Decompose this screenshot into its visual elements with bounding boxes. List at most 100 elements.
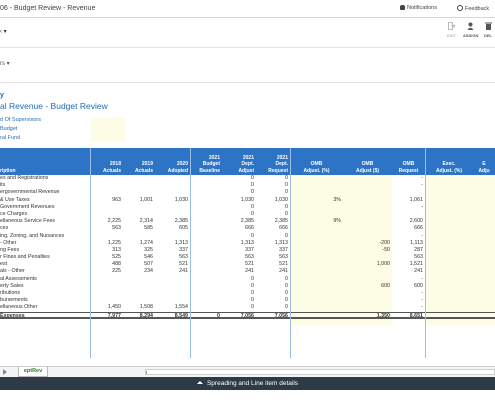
data-cell[interactable]	[425, 290, 473, 298]
data-cell[interactable]: 9%	[290, 218, 343, 226]
data-cell[interactable]	[425, 232, 473, 240]
data-cell: 1,274	[139, 239, 153, 246]
data-cell	[123, 204, 155, 211]
data-cell[interactable]	[473, 225, 495, 233]
sheet-tab[interactable]: eptRev	[18, 367, 48, 377]
data-cell[interactable]	[290, 297, 343, 305]
data-cell[interactable]	[343, 189, 392, 197]
data-cell[interactable]	[473, 254, 495, 262]
data-cell[interactable]	[473, 290, 495, 298]
table-row: al Assessments 0 0 -	[0, 275, 495, 283]
data-cell[interactable]	[425, 297, 473, 305]
data-cell[interactable]	[425, 246, 473, 255]
data-cell[interactable]	[473, 268, 495, 276]
data-cell[interactable]	[343, 218, 392, 226]
data-cell[interactable]	[290, 304, 343, 312]
data-cell[interactable]	[343, 275, 392, 283]
data-cell[interactable]	[343, 182, 392, 190]
data-cell[interactable]	[343, 232, 392, 240]
data-cell: 1,030	[274, 196, 288, 203]
data-cell[interactable]	[290, 203, 343, 211]
data-cell[interactable]	[343, 175, 392, 183]
data-cell[interactable]	[425, 189, 473, 197]
data-cell[interactable]	[473, 261, 495, 269]
data-cell[interactable]	[290, 290, 343, 298]
data-cell[interactable]	[425, 225, 473, 233]
data-cell[interactable]	[343, 290, 392, 298]
data-cell[interactable]	[343, 297, 392, 305]
data-cell[interactable]	[290, 239, 343, 247]
data-cell	[190, 240, 222, 247]
data-cell[interactable]	[290, 261, 343, 269]
data-cell[interactable]	[343, 196, 392, 204]
data-cell[interactable]	[290, 175, 343, 183]
data-cell[interactable]	[473, 203, 495, 211]
data-cell[interactable]	[425, 196, 473, 204]
data-cell[interactable]	[425, 239, 473, 247]
data-cell[interactable]	[425, 261, 473, 269]
data-cell[interactable]	[290, 182, 343, 190]
data-cell[interactable]	[425, 210, 473, 219]
view-dropdown[interactable]: rs ▾	[0, 60, 10, 67]
feedback-button[interactable]: Feedback	[457, 5, 489, 12]
data-cell[interactable]	[473, 182, 495, 190]
total-cell: 8,651	[409, 312, 423, 317]
data-cell[interactable]: -50	[343, 246, 392, 255]
data-cell[interactable]	[473, 282, 495, 290]
data-cell[interactable]	[473, 239, 495, 247]
data-cell[interactable]	[290, 246, 343, 255]
exit-tool[interactable]: EXIT	[447, 22, 456, 38]
data-cell[interactable]: 600	[343, 282, 392, 290]
data-cell[interactable]	[425, 203, 473, 211]
data-cell[interactable]	[473, 218, 495, 226]
data-cell[interactable]	[473, 189, 495, 197]
data-cell[interactable]	[290, 210, 343, 219]
data-cell[interactable]	[343, 203, 392, 211]
data-cell[interactable]	[473, 175, 495, 183]
data-cell[interactable]	[290, 225, 343, 233]
data-cell[interactable]	[425, 218, 473, 226]
data-cell[interactable]	[473, 246, 495, 255]
data-cell[interactable]	[290, 282, 343, 290]
data-cell[interactable]	[425, 182, 473, 190]
data-cell[interactable]	[290, 189, 343, 197]
table-row: ce Charges 0 0	[0, 210, 495, 219]
data-cell[interactable]: 1,000	[343, 261, 392, 269]
data-cell[interactable]	[425, 275, 473, 283]
delete-tool[interactable]: DEL	[484, 22, 492, 38]
data-cell	[155, 182, 190, 189]
data-cell[interactable]	[343, 210, 392, 219]
scrollbar-thumb[interactable]	[146, 371, 152, 374]
data-cell[interactable]	[425, 304, 473, 312]
spreading-panel-toggle[interactable]: Spreading and Line item details	[0, 377, 495, 390]
data-cell[interactable]	[425, 282, 473, 290]
data-cell[interactable]	[473, 297, 495, 305]
data-cell[interactable]	[343, 254, 392, 262]
scenario-dropdown[interactable]: ‹ ▾	[0, 28, 7, 35]
header-input-box[interactable]	[91, 118, 125, 142]
data-cell[interactable]	[290, 254, 343, 262]
data-cell[interactable]: 3%	[290, 196, 343, 204]
data-cell[interactable]	[473, 196, 495, 204]
data-cell[interactable]	[343, 225, 392, 233]
notifications-button[interactable]: Notifications	[400, 5, 437, 11]
data-cell[interactable]	[290, 275, 343, 283]
column-header-line: Adjust ($)	[355, 167, 380, 174]
data-cell[interactable]	[473, 210, 495, 219]
data-cell[interactable]	[343, 268, 392, 276]
horizontal-scrollbar[interactable]	[145, 369, 495, 375]
data-cell[interactable]	[473, 232, 495, 240]
data-cell[interactable]	[290, 232, 343, 240]
data-cell[interactable]	[343, 304, 392, 312]
row-label: bursements	[0, 297, 28, 304]
data-cell[interactable]	[290, 268, 343, 276]
data-cell[interactable]	[425, 254, 473, 262]
data-cell	[90, 175, 123, 182]
data-cell[interactable]	[425, 268, 473, 276]
data-cell[interactable]: -200	[343, 239, 392, 247]
data-cell[interactable]	[425, 175, 473, 183]
assign-tool[interactable]: ASSIGN	[463, 22, 478, 38]
data-cell[interactable]	[473, 304, 495, 312]
sheet-nav-icon[interactable]	[3, 369, 7, 375]
data-cell[interactable]	[473, 275, 495, 283]
